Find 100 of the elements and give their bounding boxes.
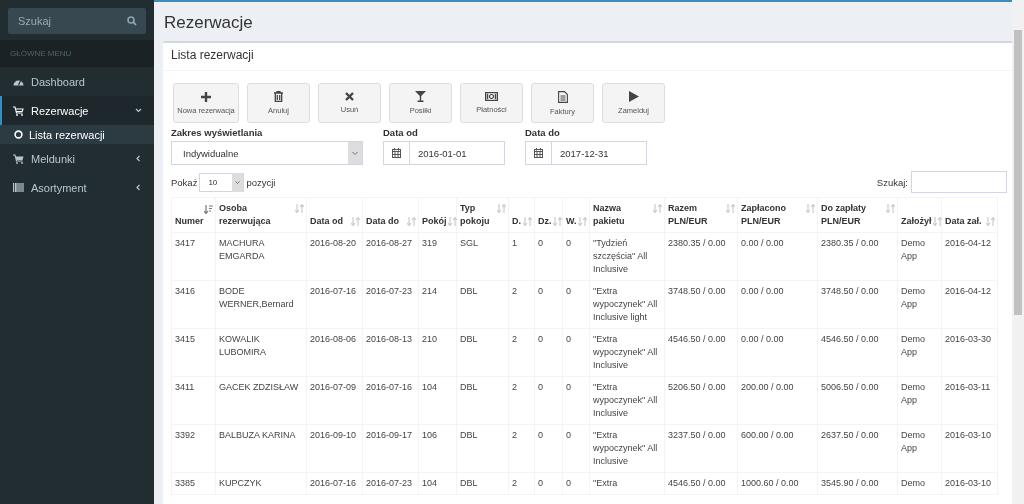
table-cell: 0 [566, 382, 571, 392]
column-header[interactable]: Typ pokoju [456, 197, 509, 233]
column-header[interactable]: Razem PLN/EUR [664, 197, 738, 233]
table-cell: "Extra wypoczynek" All Inclusive [593, 334, 658, 370]
table-cell: 5206.50 / 0.00 [668, 382, 726, 392]
table-cell: DBL [460, 334, 478, 344]
table-cell: 2 [512, 430, 517, 440]
sort-icon [552, 217, 562, 226]
cart-icon [13, 153, 24, 164]
sidebar-search-field[interactable]: Szukaj [8, 8, 146, 34]
table-cell: 2016-08-27 [366, 238, 413, 248]
table-cell: 1 [512, 238, 517, 248]
cart-icon [13, 105, 24, 116]
column-header[interactable]: Osoba rezerwująca [215, 197, 307, 233]
play-icon [628, 91, 639, 102]
sort-icon [932, 217, 942, 226]
table-cell: "Extra wypoczynek" All Inclusive [593, 430, 658, 466]
sidebar-item-label: Asortyment [31, 181, 88, 194]
table-cell: 0 [566, 430, 571, 440]
table-cell: 600.00 / 0.00 [741, 430, 794, 440]
sidebar-item-label: Rezerwacje [31, 104, 90, 117]
sidebar-item[interactable]: Meldunki [0, 144, 154, 173]
column-header[interactable]: Założył [897, 197, 942, 233]
column-header[interactable]: D. [508, 197, 535, 233]
table-cell: 2016-03-10 [945, 478, 992, 488]
column-header[interactable]: Data od [306, 197, 363, 233]
table-cell: "Extra wypoczynek" All Inclusive light [593, 286, 658, 322]
table-cell: Demo App [901, 286, 925, 309]
chevron-down-icon [135, 107, 142, 114]
table-cell: 3748.50 / 0.00 [668, 286, 726, 296]
table-cell: 2 [512, 382, 517, 392]
scrollbar[interactable] [1012, 0, 1024, 504]
table-cell: 5006.50 / 0.00 [821, 382, 879, 392]
submenu-item[interactable]: Lista rezerwacji [0, 125, 154, 144]
sort-icon [653, 204, 662, 213]
column-header[interactable]: Dz. [534, 197, 563, 233]
table-cell: BODE WERNER,Bernard [219, 286, 294, 309]
table-cell: MACHURA EMGARDA [219, 238, 265, 261]
chevron-down-icon [348, 142, 362, 164]
table-cell: "Tydzień szczęścia" All Inclusive [593, 238, 648, 274]
table-cell: 2016-08-13 [366, 334, 413, 344]
trash-icon [274, 91, 283, 102]
close-icon [345, 92, 354, 101]
table-cell: 0 [538, 430, 543, 440]
page-length-select[interactable]: 10 [199, 172, 245, 192]
table-cell: DBL [460, 478, 478, 488]
column-header[interactable]: Numer [171, 197, 216, 233]
table-cell: DBL [460, 430, 478, 440]
table-search-field[interactable] [911, 171, 1007, 193]
date-field[interactable]: 2017-12-31 [525, 141, 647, 165]
column-header[interactable]: Pokój [418, 197, 457, 233]
table-cell: Demo App [901, 382, 925, 405]
table-cell: 3545.90 / 0.00 [821, 478, 879, 488]
table-cell: 2016-03-30 [945, 334, 992, 344]
table-cell: 2016-08-06 [310, 334, 357, 344]
column-header[interactable]: Data zał. [941, 197, 998, 233]
plus-icon [201, 91, 211, 102]
circle-icon [14, 130, 23, 139]
field-label: Data do [525, 127, 561, 138]
column-header[interactable]: Zapłacono PLN/EUR [737, 197, 818, 233]
table-cell: 2016-03-10 [945, 430, 992, 440]
sort-icon [523, 217, 532, 226]
table-cell: 104 [422, 382, 438, 392]
table-cell: 0 [566, 286, 571, 296]
calendar-icon [534, 148, 543, 158]
table-cell: 2016-09-17 [366, 430, 413, 440]
table-cell: DBL [460, 382, 478, 392]
table-cell: BALBUZA KARINA [219, 430, 296, 440]
table-cell: Demo [901, 478, 925, 488]
sidebar-item[interactable]: Dashboard [0, 67, 154, 96]
table-cell: 4546.50 / 0.00 [821, 334, 879, 344]
document-icon [557, 90, 568, 103]
sort-icon [578, 217, 587, 226]
table-cell: 3411 [175, 382, 195, 392]
chevron-down-icon [232, 172, 244, 192]
table-cell: 2380.35 / 0.00 [821, 238, 879, 248]
sort-icon [407, 217, 416, 226]
table-cell: 2016-07-23 [366, 478, 413, 488]
show-label: Pokaż [171, 176, 198, 188]
chevron-left-icon [135, 155, 142, 162]
table-cell: SGL [460, 238, 478, 248]
range-select[interactable]: Indywidualne [171, 141, 363, 165]
column-header[interactable]: Do zapłaty PLN/EUR [817, 197, 898, 233]
column-header[interactable]: Nazwa pakietu [589, 197, 665, 233]
column-header[interactable]: W. [562, 197, 590, 233]
table-cell: 4546.50 / 0.00 [668, 478, 726, 488]
table-cell: 2016-09-10 [310, 430, 357, 440]
sidebar-item[interactable]: Rezerwacje [0, 96, 154, 125]
column-header[interactable]: Data do [362, 197, 419, 233]
table-cell: 3385 [175, 478, 196, 488]
chevron-left-icon [135, 184, 142, 191]
sidebar-item-label: Meldunki [31, 152, 77, 165]
table-cell: 0 [538, 382, 543, 392]
table-cell: 0 [566, 238, 571, 248]
table-cell: 106 [422, 430, 438, 440]
table-cell: 0 [566, 334, 571, 344]
sort-icon [726, 204, 735, 213]
sort-icon [497, 204, 506, 213]
date-field[interactable]: 2016-01-01 [383, 141, 505, 165]
sidebar-item[interactable]: Asortyment [0, 173, 154, 202]
